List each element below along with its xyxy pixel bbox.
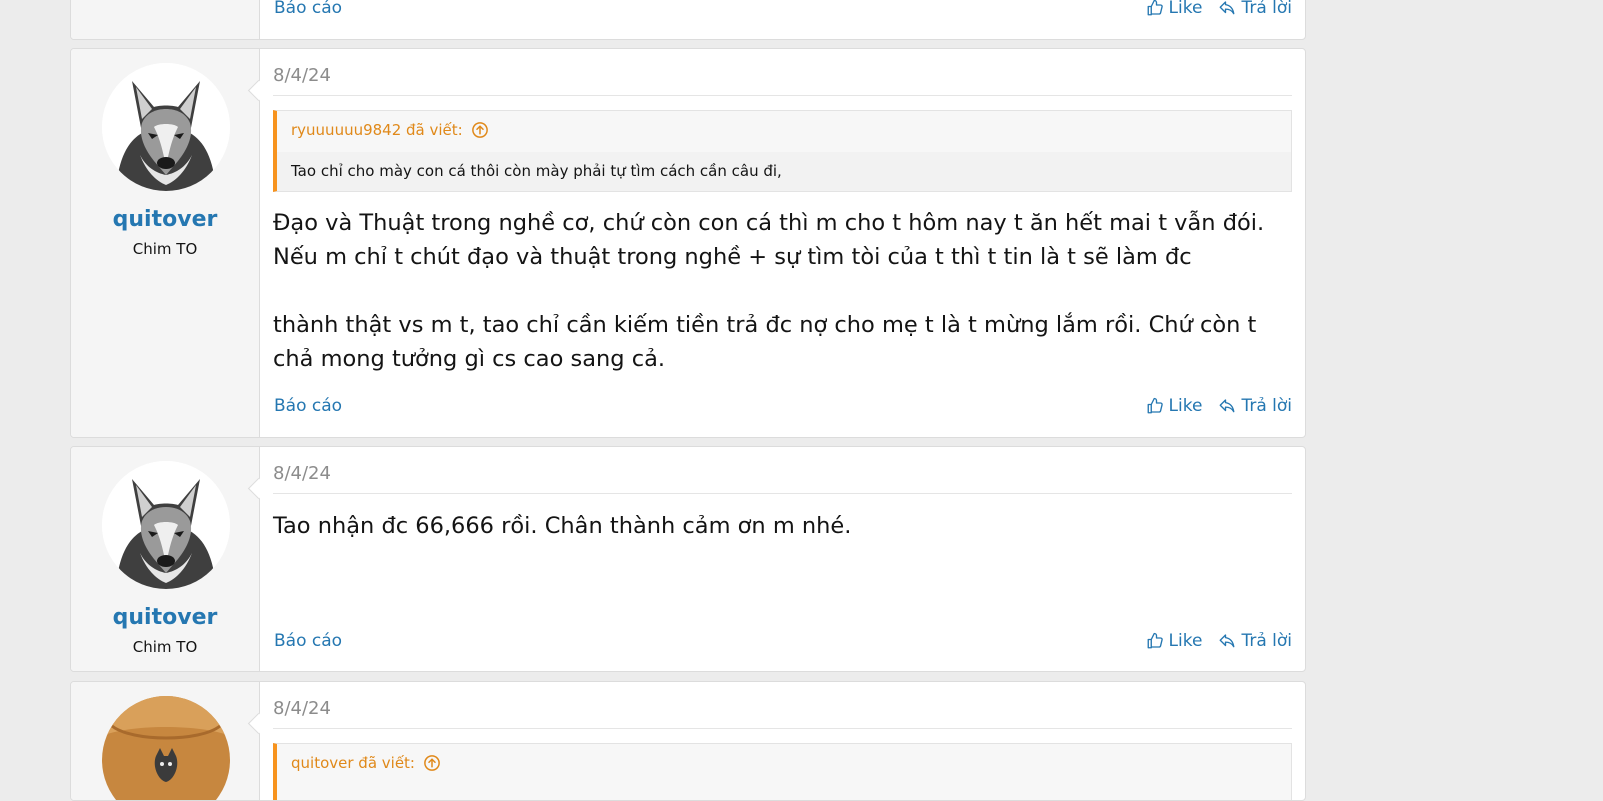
thumbs-up-icon bbox=[1147, 0, 1163, 16]
quote-author: ryuuuuuu9842 đã viết: bbox=[291, 121, 463, 139]
like-label: Like bbox=[1168, 0, 1203, 18]
reply-label: Trả lời bbox=[1241, 396, 1292, 416]
username-link[interactable]: quitover bbox=[71, 207, 259, 232]
post-date[interactable]: 8/4/24 bbox=[273, 698, 331, 719]
date-divider bbox=[273, 493, 1292, 494]
reply-label: Trả lời bbox=[1241, 0, 1292, 18]
post-main-column: 8/4/24 ryuuuuuu9842 đã viết: Tao chỉ cho… bbox=[273, 49, 1292, 437]
post-user-column: quitover Chim TO bbox=[71, 49, 260, 437]
quote-text: Tao chỉ cho mày con cá thôi còn mày phải… bbox=[277, 152, 1291, 191]
post-1: quitover Chim TO 8/4/24 ryuuuuuu9842 đã … bbox=[70, 48, 1306, 438]
avatar[interactable] bbox=[102, 461, 230, 589]
thumbs-up-icon bbox=[1147, 632, 1163, 649]
post-message: Tao nhận đc 66,666 rồi. Chân thành cảm ơ… bbox=[273, 509, 1292, 543]
arrow-up-circle-icon bbox=[424, 755, 440, 771]
quote-block: quitover đã viết: bbox=[273, 743, 1292, 800]
quote-author-link[interactable]: ryuuuuuu9842 đã viết: bbox=[291, 121, 489, 139]
post-message: Đạo và Thuật trong nghề cơ, chứ còn con … bbox=[273, 206, 1292, 376]
message-line: Tao nhận đc 66,666 rồi. Chân thành cảm ơ… bbox=[273, 513, 852, 539]
quote-author: quitover đã viết: bbox=[291, 754, 415, 772]
reply-button[interactable]: Trả lời bbox=[1218, 396, 1292, 416]
post-user-column bbox=[71, 682, 260, 800]
reply-button[interactable]: Trả lời bbox=[1218, 0, 1292, 18]
post-actions: Báo cáo Like Trả lời bbox=[273, 0, 1292, 20]
post-date[interactable]: 8/4/24 bbox=[273, 463, 331, 484]
wolf-avatar-image bbox=[102, 63, 230, 191]
post-user-column: quitover Chim TO bbox=[71, 447, 260, 671]
post-main-column: Báo cáo Like Trả lời bbox=[273, 0, 1292, 39]
message-line: thành thật vs m t, tao chỉ cần kiếm tiền… bbox=[273, 312, 1257, 372]
report-link[interactable]: Báo cáo bbox=[274, 631, 342, 651]
message-line: Nếu m chỉ t chút đạo và thuật trong nghề… bbox=[273, 244, 1192, 270]
report-link[interactable]: Báo cáo bbox=[274, 396, 342, 416]
arrow-up-circle-icon bbox=[471, 122, 488, 138]
post-date[interactable]: 8/4/24 bbox=[273, 65, 331, 86]
avatar[interactable] bbox=[102, 696, 230, 800]
like-label: Like bbox=[1168, 631, 1203, 651]
date-divider bbox=[273, 728, 1292, 729]
post-user-column bbox=[71, 0, 260, 39]
reply-icon bbox=[1220, 634, 1235, 648]
username-link[interactable]: quitover bbox=[71, 605, 259, 630]
user-title: Chim TO bbox=[132, 638, 198, 656]
reply-label: Trả lời bbox=[1241, 631, 1292, 651]
quote-block: ryuuuuuu9842 đã viết: Tao chỉ cho mày co… bbox=[273, 110, 1292, 192]
post-main-column: 8/4/24 Tao nhận đc 66,666 rồi. Chân thàn… bbox=[273, 447, 1292, 671]
like-button[interactable]: Like bbox=[1146, 396, 1203, 416]
post-3: 8/4/24 quitover đã viết: bbox=[70, 681, 1306, 801]
thumbs-up-icon bbox=[1147, 397, 1163, 414]
post-2: quitover Chim TO 8/4/24 Tao nhận đc 66,6… bbox=[70, 446, 1306, 672]
like-button[interactable]: Like bbox=[1146, 631, 1203, 651]
post-0: Báo cáo Like Trả lời bbox=[70, 0, 1306, 40]
like-label: Like bbox=[1168, 396, 1203, 416]
post-actions: Báo cáo Like Trả lời bbox=[273, 631, 1292, 653]
date-divider bbox=[273, 95, 1292, 96]
post-actions-right: Like Trả lời bbox=[1146, 396, 1292, 416]
message-line: Đạo và Thuật trong nghề cơ, chứ còn con … bbox=[273, 210, 1265, 236]
reply-icon bbox=[1220, 1, 1235, 15]
cat-avatar-image bbox=[102, 696, 230, 800]
like-button[interactable]: Like bbox=[1146, 0, 1203, 18]
avatar[interactable] bbox=[102, 63, 230, 191]
user-title: Chim TO bbox=[132, 240, 198, 258]
post-actions-right: Like Trả lời bbox=[1146, 631, 1292, 651]
wolf-avatar-image bbox=[102, 461, 230, 589]
post-main-column: 8/4/24 quitover đã viết: bbox=[273, 682, 1292, 800]
quote-author-link[interactable]: quitover đã viết: bbox=[291, 754, 441, 772]
post-actions-right: Like Trả lời bbox=[1146, 0, 1292, 18]
reply-button[interactable]: Trả lời bbox=[1218, 631, 1292, 651]
post-actions: Báo cáo Like Trả lời bbox=[273, 396, 1292, 418]
report-link[interactable]: Báo cáo bbox=[274, 0, 342, 18]
reply-icon bbox=[1220, 399, 1235, 413]
